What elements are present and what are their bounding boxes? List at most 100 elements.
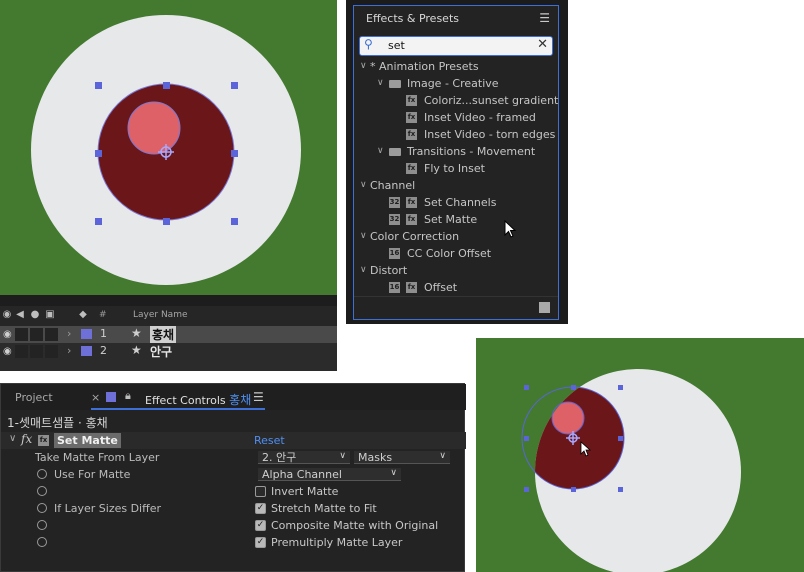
timeline-layer-row[interactable]: ◉ › 1 ★ 홍채 — [0, 326, 337, 343]
preset-item[interactable]: fx Fly to Inset — [354, 160, 558, 177]
audio-switch[interactable] — [15, 345, 28, 358]
folder-label: Transitions - Movement — [407, 145, 536, 158]
fx-toggle-icon[interactable]: fx — [21, 432, 32, 446]
shape-layer-star-icon: ★ — [131, 326, 142, 340]
stopwatch-icon[interactable] — [37, 503, 47, 513]
tab-label: Effect Controls — [145, 394, 226, 407]
preset-label: Coloriz...sunset gradient — [424, 94, 559, 107]
chevron-right-icon[interactable]: › — [67, 344, 71, 357]
close-icon[interactable]: × — [91, 391, 100, 404]
preset-icon: fx — [406, 95, 417, 106]
column-layer-name[interactable]: Layer Name — [133, 310, 188, 320]
stopwatch-icon[interactable] — [37, 537, 47, 547]
composition-result-canvas[interactable] — [476, 338, 804, 572]
lock-icon[interactable]: 🔒︎ — [125, 389, 131, 403]
checkbox-label: Composite Matte with Original — [271, 519, 439, 532]
effect-item[interactable]: 32 fx Set Matte — [354, 211, 558, 228]
effect-header-row[interactable]: ∨ fx fx Set Matte Reset — [1, 432, 466, 449]
bit-depth-32-icon: 32 — [389, 214, 400, 225]
category-label: Channel — [370, 179, 416, 192]
category-distort[interactable]: ∨ Distort — [354, 262, 558, 279]
composition-viewer-top[interactable] — [0, 0, 337, 295]
active-tab-indicator — [91, 408, 265, 410]
tab-project[interactable]: Project — [15, 391, 53, 404]
bit-depth-16-icon: 16 — [389, 248, 400, 259]
checkbox-label: Stretch Matte to Fit — [271, 502, 377, 515]
checkbox-label: Premultiply Matte Layer — [271, 536, 403, 549]
folder-icon — [389, 148, 401, 156]
layer-name[interactable]: 홍채 — [150, 326, 177, 343]
chevron-down-icon[interactable]: ∨ — [377, 143, 384, 160]
layer-dropdown[interactable]: 2. 안구 ∨ — [258, 451, 350, 464]
timeline-layer-row[interactable]: ◉ › 2 ★ 안구 — [0, 343, 337, 360]
search-input[interactable] — [388, 38, 528, 52]
stopwatch-icon[interactable] — [37, 486, 47, 496]
effect-item[interactable]: 16 CC Color Offset — [354, 245, 558, 262]
preset-item[interactable]: fx Coloriz...sunset gradient — [354, 92, 558, 109]
premultiply-matte-checkbox[interactable]: ✓ — [255, 537, 266, 548]
effect-item[interactable]: 16 fx Offset — [354, 279, 558, 296]
composition-viewer-result[interactable] — [476, 338, 804, 572]
preset-label: Inset Video - torn edges — [424, 128, 556, 141]
masks-dropdown[interactable]: Masks ∨ — [354, 451, 450, 464]
chevron-right-icon[interactable]: › — [67, 327, 71, 340]
solo-switch[interactable] — [30, 328, 43, 341]
layer-label-color[interactable] — [81, 329, 92, 339]
effect-controls-panel: Project × 🔒︎ Effect Controls 홍채 ☰ 1-셋매트샘… — [0, 383, 466, 572]
preset-item[interactable]: fx Inset Video - framed — [354, 109, 558, 126]
category-color-correction[interactable]: ∨ Color Correction — [354, 228, 558, 245]
bit-depth-16-icon: 16 — [389, 282, 400, 293]
composite-matte-checkbox[interactable]: ✓ — [255, 520, 266, 531]
panel-menu-icon[interactable]: ☰ — [539, 11, 550, 25]
column-hash: # — [99, 310, 107, 320]
param-label: Take Matte From Layer — [35, 451, 160, 464]
chevron-down-icon[interactable]: ∨ — [360, 177, 367, 194]
dropdown-value: Masks — [358, 451, 393, 464]
audio-switch[interactable] — [15, 328, 28, 341]
search-icon[interactable]: ⚲ — [364, 37, 373, 51]
eye-icon[interactable]: ◉ — [2, 310, 12, 320]
category-channel[interactable]: ∨ Channel — [354, 177, 558, 194]
effect-icon: fx — [406, 282, 417, 293]
eye-icon[interactable]: ◉ — [3, 346, 12, 357]
eye-icon[interactable]: ◉ — [3, 329, 12, 340]
chevron-down-icon[interactable]: ∨ — [377, 75, 384, 92]
effect-icon: fx — [38, 435, 49, 446]
chevron-down-icon[interactable]: ∨ — [360, 262, 367, 279]
use-for-matte-dropdown[interactable]: Alpha Channel ∨ — [258, 468, 401, 481]
lock-switch[interactable] — [45, 345, 58, 358]
new-preset-folder-icon[interactable] — [539, 302, 550, 313]
stopwatch-icon[interactable] — [37, 520, 47, 530]
solo-icon[interactable]: ● — [30, 310, 40, 320]
lock-icon[interactable]: ▣ — [45, 310, 55, 320]
folder-image-creative[interactable]: ∨ Image - Creative — [354, 75, 558, 92]
category-animation-presets[interactable]: ∨ * Animation Presets — [354, 58, 558, 75]
chevron-down-icon[interactable]: ∨ — [360, 228, 367, 245]
folder-label: Image - Creative — [407, 77, 499, 90]
composition-canvas[interactable] — [0, 0, 337, 295]
layer-label-color[interactable] — [81, 346, 92, 356]
folder-transitions-movement[interactable]: ∨ Transitions - Movement — [354, 143, 558, 160]
search-field[interactable]: ⚲ ✕ — [359, 36, 553, 56]
effect-item[interactable]: 32 fx Set Channels — [354, 194, 558, 211]
stopwatch-icon[interactable] — [37, 469, 47, 479]
label-tag-icon[interactable]: ◆ — [78, 310, 88, 320]
lock-switch[interactable] — [45, 328, 58, 341]
audio-icon[interactable]: ◀ — [15, 310, 25, 320]
chevron-down-icon[interactable]: ∨ — [360, 58, 367, 75]
param-if-layer-sizes-differ: If Layer Sizes Differ ✓ Stretch Matte to… — [1, 500, 466, 517]
preset-item[interactable]: fx Inset Video - torn edges — [354, 126, 558, 143]
close-icon[interactable]: ✕ — [537, 37, 548, 52]
dropdown-value: 2. 안구 — [262, 451, 297, 464]
solo-switch[interactable] — [30, 345, 43, 358]
effect-name[interactable]: Set Matte — [54, 433, 121, 448]
reset-link[interactable]: Reset — [254, 434, 285, 447]
panel-menu-icon[interactable]: ☰ — [253, 390, 264, 404]
preset-label: Inset Video - framed — [424, 111, 536, 124]
invert-matte-checkbox[interactable] — [255, 486, 266, 497]
panel-footer — [354, 296, 558, 320]
stretch-matte-checkbox[interactable]: ✓ — [255, 503, 266, 514]
tab-effect-controls[interactable]: Effect Controls 홍채 — [145, 391, 251, 408]
layer-name[interactable]: 안구 — [150, 343, 172, 360]
chevron-down-icon[interactable]: ∨ — [9, 433, 16, 444]
